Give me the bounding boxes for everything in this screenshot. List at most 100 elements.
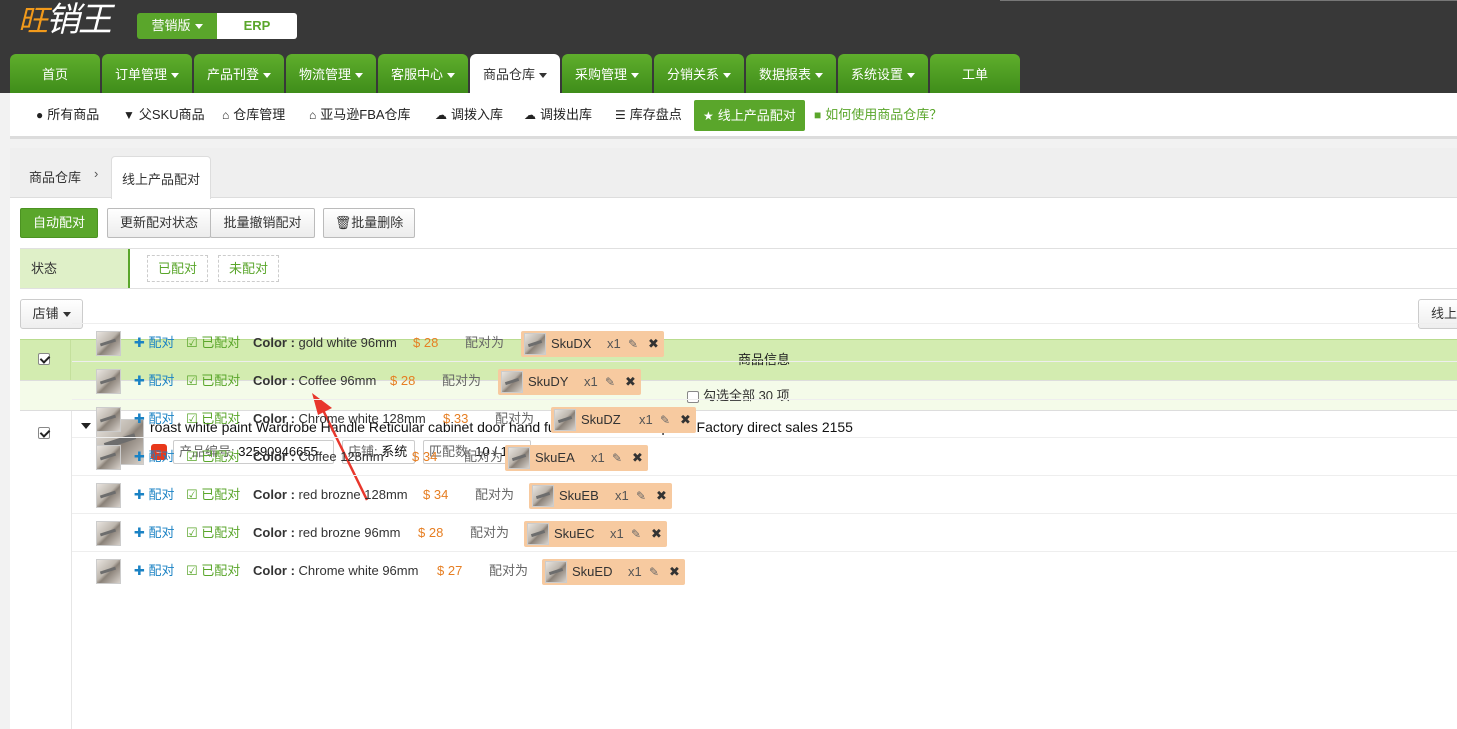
close-icon[interactable]: ✖: [669, 559, 680, 585]
pair-link[interactable]: ✚ 配对: [134, 400, 175, 438]
variant-thumbnail[interactable]: [96, 483, 121, 508]
tab-label: 采购管理: [574, 67, 627, 82]
close-icon[interactable]: ✖: [656, 483, 667, 509]
subnav-parent-sku[interactable]: ▼ 父SKU商品: [123, 93, 205, 137]
tab-orders[interactable]: 订单管理: [102, 54, 192, 93]
subnav-amazon-fba[interactable]: ⌂ 亚马逊FBA仓库: [309, 93, 411, 137]
batch-delete-button[interactable]: 🗑批量删除: [323, 208, 415, 238]
breadcrumb-current-tab[interactable]: 线上产品配对: [111, 156, 211, 199]
filter-unpaired[interactable]: 未配对: [218, 255, 280, 282]
tab-tickets[interactable]: 工单: [930, 54, 1020, 93]
cloud-upload-icon: ☁: [435, 108, 447, 122]
chevron-right-icon: ›: [94, 166, 99, 181]
pair-to-label: 配对为: [465, 335, 505, 350]
chevron-down-icon: [815, 73, 823, 79]
subnav-online-pairing[interactable]: ★ 线上产品配对: [694, 100, 805, 131]
filter-paired[interactable]: 已配对: [147, 255, 209, 282]
tab-purchasing[interactable]: 采购管理: [562, 54, 652, 93]
brand-logo[interactable]: 旺销王: [18, 0, 112, 42]
chevron-down-icon: [171, 73, 179, 79]
tab-customer-service[interactable]: 客服中心: [378, 54, 468, 93]
tab-distribution[interactable]: 分销关系: [654, 54, 744, 93]
variant-thumbnail[interactable]: [96, 331, 121, 356]
sku-thumbnail: [524, 333, 546, 355]
pair-link[interactable]: ✚ 配对: [134, 514, 175, 552]
subnav-warehouse-mgmt[interactable]: ⌂ 仓库管理: [222, 93, 285, 137]
variant-thumbnail[interactable]: [96, 407, 121, 432]
subnav-label: 调拨出库: [540, 107, 593, 122]
edit-icon[interactable]: ✎: [631, 521, 641, 547]
edit-icon[interactable]: ✎: [649, 559, 659, 585]
edit-icon[interactable]: ✎: [605, 369, 615, 395]
variant-attribute: Color : gold white 96mm: [253, 335, 397, 350]
auto-pair-button[interactable]: 自动配对: [20, 208, 98, 238]
close-icon[interactable]: ✖: [648, 331, 659, 357]
close-icon[interactable]: ✖: [680, 407, 691, 433]
erp-badge[interactable]: ERP: [217, 13, 297, 39]
tab-label: 系统设置: [850, 67, 903, 82]
update-status-button[interactable]: 更新配对状态: [107, 208, 211, 238]
variant-price: $ 28: [418, 525, 444, 540]
batch-unpair-button[interactable]: 批量撤销配对: [210, 208, 315, 238]
edit-icon[interactable]: ✎: [612, 445, 622, 471]
sku-name[interactable]: SkuEB: [559, 483, 599, 509]
pair-link[interactable]: ✚ 配对: [134, 438, 175, 476]
sku-thumbnail: [501, 371, 523, 393]
variant-row: ✚ 配对 ☑ 已配对 Color : Coffee 128mm $ 34 配对为 SkuE…: [72, 437, 1457, 475]
tab-label: 物流管理: [298, 67, 351, 82]
subnav-transfer-in[interactable]: ☁ 调拨入库: [435, 93, 503, 137]
product-checkbox[interactable]: [38, 427, 50, 439]
tab-label: 分销关系: [666, 67, 719, 82]
sku-name[interactable]: SkuEA: [535, 445, 575, 471]
check-square-icon: ☑: [186, 449, 198, 464]
variant-thumbnail[interactable]: [96, 521, 121, 546]
check-square-icon: ☑: [186, 487, 198, 502]
variant-thumbnail[interactable]: [96, 559, 121, 584]
tab-warehouse[interactable]: 商品仓库: [470, 54, 560, 93]
chevron-down-icon: [62, 312, 71, 318]
sku-quantity: x1: [639, 412, 653, 427]
tab-logistics[interactable]: 物流管理: [286, 54, 376, 93]
plus-icon: ✚: [134, 373, 145, 388]
variant-thumbnail[interactable]: [96, 369, 121, 394]
pair-link[interactable]: ✚ 配对: [134, 324, 175, 362]
sku-name[interactable]: SkuDZ: [581, 407, 621, 433]
tab-home[interactable]: 首页: [10, 54, 100, 93]
subnav-label: 调拨入库: [451, 107, 504, 122]
tab-reports[interactable]: 数据报表: [746, 54, 836, 93]
paired-label: 已配对: [201, 335, 241, 350]
pair-link[interactable]: ✚ 配对: [134, 362, 175, 400]
sku-name[interactable]: SkuDX: [551, 331, 591, 357]
attr-name: Color: [253, 487, 287, 502]
variant-row: ✚ 配对 ☑ 已配对 Color : Chrome white 96mm $ 27 配对…: [72, 551, 1457, 589]
chevron-down-icon: [355, 73, 363, 79]
edition-dropdown[interactable]: 营销版: [137, 13, 217, 39]
tab-listing[interactable]: 产品刊登: [194, 54, 284, 93]
pair-link[interactable]: ✚ 配对: [134, 476, 175, 514]
variant-price: $ 27: [437, 563, 463, 578]
sku-name[interactable]: SkuEC: [554, 521, 594, 547]
subnav-all-products[interactable]: ● 所有商品: [36, 93, 99, 137]
edit-icon[interactable]: ✎: [660, 407, 670, 433]
chevron-down-icon: [907, 73, 915, 79]
sku-name[interactable]: SkuED: [572, 559, 612, 585]
close-icon[interactable]: ✖: [632, 445, 643, 471]
close-icon[interactable]: ✖: [625, 369, 636, 395]
subnav-transfer-out[interactable]: ☁ 调拨出库: [524, 93, 592, 137]
sku-name[interactable]: SkuDY: [528, 369, 568, 395]
tab-settings[interactable]: 系统设置: [838, 54, 928, 93]
pair-link[interactable]: ✚ 配对: [134, 552, 175, 590]
edit-icon[interactable]: ✎: [628, 331, 638, 357]
subnav-stocktake[interactable]: ☰ 库存盘点: [615, 93, 682, 137]
pair-label: 配对: [148, 525, 175, 540]
variant-thumbnail[interactable]: [96, 445, 121, 470]
subnav-help-link[interactable]: ■ 如何使用商品仓库？: [814, 93, 942, 137]
variant-row: ✚ 配对 ☑ 已配对 Color : Chrome white 128mm $ 33 配…: [72, 399, 1457, 437]
tab-label: 首页: [41, 67, 68, 82]
select-all-checkbox[interactable]: [38, 353, 50, 365]
edit-icon[interactable]: ✎: [636, 483, 646, 509]
paired-sku-badge: SkuEB x1 ✎ ✖: [529, 483, 672, 509]
close-icon[interactable]: ✖: [651, 521, 662, 547]
breadcrumb-parent[interactable]: 商品仓库: [29, 167, 81, 186]
paired-status: ☑ 已配对: [186, 324, 240, 362]
